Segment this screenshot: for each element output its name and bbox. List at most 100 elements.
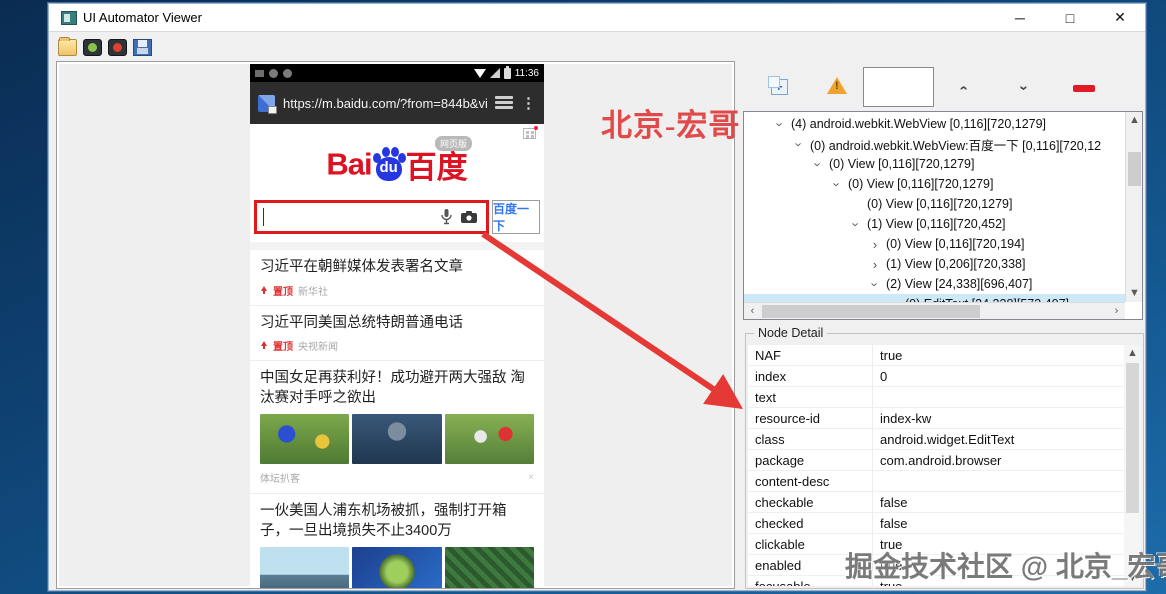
detail-value: true bbox=[880, 348, 903, 363]
tree-toolbar: › › bbox=[741, 61, 1145, 111]
news-image-circuit-board[interactable] bbox=[444, 547, 534, 588]
open-file-icon[interactable] bbox=[58, 36, 77, 56]
news-item[interactable]: 中国女足再获利好！成功避开两大强敌 淘汰赛对手呼之欲出 体坛扒客 × bbox=[250, 361, 544, 493]
detail-row[interactable]: class android.widget.EditText bbox=[748, 429, 1124, 450]
maximize-button[interactable]: □ bbox=[1045, 4, 1095, 31]
news-item[interactable]: 习近平在朝鲜媒体发表署名文章 置顶 新华社 bbox=[250, 250, 544, 305]
tabs-icon[interactable] bbox=[495, 96, 513, 110]
news-source-row: 体坛扒客 × bbox=[250, 466, 544, 493]
device-screenshot-compressed-icon[interactable] bbox=[108, 38, 127, 56]
tree-node[interactable]: › (0) View [0,116][720,1279] bbox=[744, 174, 1125, 194]
device-screenshot[interactable]: 11:36 https://m.baidu.com/?from=844b&vit… bbox=[250, 64, 544, 588]
detail-row[interactable]: checkable false bbox=[748, 492, 1124, 513]
search-prev-icon[interactable]: › bbox=[950, 79, 976, 97]
news-image-warship[interactable] bbox=[260, 547, 350, 588]
news-item[interactable]: 习近平同美国总统特朗普通电话 置顶 央视新闻 bbox=[250, 306, 544, 361]
expander-icon[interactable]: › bbox=[829, 177, 845, 192]
detail-row[interactable]: checked false bbox=[748, 513, 1124, 534]
scroll-up-icon[interactable]: ▲ bbox=[1124, 345, 1141, 361]
scrollbar-thumb[interactable] bbox=[1126, 363, 1139, 513]
tree-node[interactable]: (0) EditText [24,338][573,407] bbox=[744, 294, 1125, 302]
tree-node[interactable]: › (2) View [24,338][696,407] bbox=[744, 274, 1125, 294]
tree-view: › (4) android.webkit.WebView [0,116][720,… bbox=[744, 114, 1125, 302]
title-bar: UI Automator Viewer ─ □ ✕ bbox=[49, 4, 1145, 32]
browser-menu-icon[interactable]: ⋮ bbox=[521, 96, 536, 111]
expander-icon[interactable]: › bbox=[810, 157, 826, 172]
collapse-icon[interactable] bbox=[1073, 85, 1095, 92]
tree-node-label: (4) android.webkit.WebView [0,116][720,1… bbox=[791, 117, 1047, 131]
scrollbar-thumb[interactable] bbox=[1128, 152, 1141, 186]
desktop-background: UI Automator Viewer ─ □ ✕ 11:36 https://… bbox=[0, 0, 1166, 594]
watermark-author: 北京-宏哥 bbox=[601, 108, 741, 143]
news-title[interactable]: 一伙美国人浦东机场被抓，强制打开箱子，一旦出境损失不止3400万 bbox=[250, 494, 544, 543]
news-title[interactable]: 习近平在朝鲜媒体发表署名文章 bbox=[250, 250, 544, 280]
baidu-search-button[interactable]: 百度一下 bbox=[492, 200, 540, 234]
watermark-community: 掘金技术社区 @ 北京_宏哥 bbox=[845, 551, 1166, 582]
scrollbar-thumb[interactable] bbox=[762, 305, 980, 318]
url-text[interactable]: https://m.baidu.com/?from=844b&vit=fp bbox=[283, 96, 487, 111]
tree-node[interactable]: › (0) android.webkit.WebView:百度一下 [0,116]… bbox=[744, 134, 1125, 154]
detail-row[interactable]: text bbox=[748, 387, 1124, 408]
tree-vertical-scrollbar[interactable]: ▲ ▼ bbox=[1125, 112, 1142, 302]
tree-horizontal-scrollbar[interactable]: ‹ › bbox=[744, 302, 1125, 319]
news-image-coach-portrait[interactable] bbox=[352, 414, 442, 465]
scroll-right-icon[interactable]: › bbox=[1108, 303, 1125, 319]
expander-icon[interactable]: › bbox=[867, 237, 883, 252]
expander-icon[interactable]: › bbox=[867, 277, 883, 292]
save-screenshot-icon[interactable] bbox=[133, 38, 152, 56]
detail-row[interactable]: resource-id index-kw bbox=[748, 408, 1124, 429]
baidu-paw-icon: du bbox=[372, 146, 406, 181]
detail-value: index-kw bbox=[880, 411, 932, 426]
search-next-icon[interactable]: › bbox=[1010, 79, 1036, 97]
tree-node[interactable]: › (1) View [0,206][720,338] bbox=[744, 254, 1125, 274]
detail-key: NAF bbox=[748, 345, 873, 365]
news-source: 央视新闻 bbox=[298, 342, 338, 354]
news-image-chip[interactable] bbox=[352, 547, 442, 588]
device-screenshot-icon[interactable] bbox=[83, 38, 102, 56]
detail-row[interactable]: index 0 bbox=[748, 366, 1124, 387]
naf-warning-icon[interactable] bbox=[827, 77, 847, 94]
detail-row[interactable]: NAF true bbox=[748, 345, 1124, 366]
scroll-left-icon[interactable]: ‹ bbox=[744, 303, 761, 319]
scroll-up-icon[interactable]: ▲ bbox=[1126, 112, 1142, 129]
close-button[interactable]: ✕ bbox=[1095, 4, 1145, 31]
grid-widget-icon[interactable] bbox=[523, 126, 538, 139]
expander-icon[interactable]: › bbox=[867, 257, 883, 272]
tree-node-label: (0) android.webkit.WebView:百度一下 [0,116][… bbox=[810, 138, 1102, 153]
dismiss-icon[interactable]: × bbox=[528, 472, 534, 483]
news-item[interactable]: 一伙美国人浦东机场被抓，强制打开箱子，一旦出境损失不止3400万 武器大专家 × bbox=[250, 494, 544, 588]
top-tag: 置顶 bbox=[273, 342, 293, 354]
cast-icon bbox=[269, 68, 278, 78]
clock-text: 11:36 bbox=[514, 67, 539, 79]
news-title[interactable]: 习近平同美国总统特朗普通电话 bbox=[250, 306, 544, 336]
tree-node[interactable]: (0) View [0,116][720,1279] bbox=[744, 194, 1125, 214]
tree-node[interactable]: › (1) View [0,116][720,452] bbox=[744, 214, 1125, 234]
expander-icon[interactable]: › bbox=[772, 117, 788, 132]
tree-node[interactable]: › (4) android.webkit.WebView [0,116][720,… bbox=[744, 114, 1125, 134]
detail-value bbox=[873, 471, 1124, 491]
hierarchy-tree-panel: › (4) android.webkit.WebView [0,116][720,… bbox=[743, 111, 1143, 320]
scroll-down-icon[interactable]: ▼ bbox=[1126, 285, 1142, 302]
news-image-soccer-duel[interactable] bbox=[444, 414, 534, 465]
expander-icon[interactable]: › bbox=[848, 217, 864, 232]
baidu-logo: Bai du 百度 网页版 bbox=[250, 136, 544, 187]
detail-key: checked bbox=[748, 513, 873, 533]
detail-row[interactable]: package com.android.browser bbox=[748, 450, 1124, 471]
detail-key: package bbox=[748, 450, 873, 470]
detail-row[interactable]: content-desc bbox=[748, 471, 1124, 492]
news-title[interactable]: 中国女足再获利好！成功避开两大强敌 淘汰赛对手呼之欲出 bbox=[250, 361, 544, 410]
tree-node[interactable]: › (0) View [0,116][720,194] bbox=[744, 234, 1125, 254]
expander-icon[interactable]: › bbox=[791, 137, 807, 152]
search-input[interactable] bbox=[257, 203, 441, 231]
tree-search-input[interactable] bbox=[863, 67, 934, 107]
detail-key: resource-id bbox=[748, 408, 873, 428]
minimize-button[interactable]: ─ bbox=[995, 4, 1045, 31]
microphone-icon[interactable] bbox=[441, 209, 452, 225]
usb-icon bbox=[255, 69, 264, 77]
detail-value: false bbox=[880, 495, 908, 510]
camera-icon[interactable] bbox=[461, 211, 477, 223]
expand-all-icon[interactable] bbox=[768, 76, 788, 95]
news-image-soccer-match[interactable] bbox=[260, 414, 350, 465]
news-source: 新华社 bbox=[298, 286, 328, 298]
tree-node[interactable]: › (0) View [0,116][720,1279] bbox=[744, 154, 1125, 174]
